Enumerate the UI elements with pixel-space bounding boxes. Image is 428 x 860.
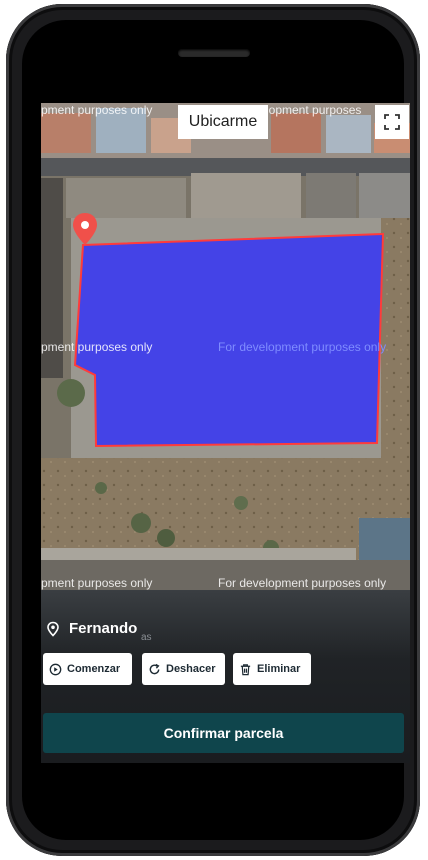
- location-pin-icon: [47, 621, 59, 637]
- trash-icon: [240, 663, 251, 675]
- locate-me-button[interactable]: Ubicarme: [178, 105, 268, 139]
- map-watermark: pment purposes only: [41, 103, 153, 117]
- location-name: Fernando: [69, 620, 138, 637]
- satellite-map[interactable]: pment purposes only lopment purposes pme…: [41, 103, 410, 590]
- undo-button[interactable]: Deshacer: [142, 653, 225, 685]
- delete-button[interactable]: Eliminar: [233, 653, 311, 685]
- undo-button-label: Deshacer: [166, 663, 216, 675]
- map-watermark: For development purposes only: [218, 340, 387, 354]
- phone-speaker: [178, 49, 250, 57]
- location-row: Fernando: [45, 620, 137, 637]
- undo-icon: [149, 663, 160, 674]
- play-circle-icon: [49, 663, 62, 675]
- app-screen: pment purposes only lopment purposes pme…: [41, 103, 410, 763]
- parcel-panel: Fernando as Comenzar Deshacer Eliminar C…: [41, 590, 410, 763]
- location-subtext: as: [141, 632, 152, 643]
- start-button[interactable]: Comenzar: [43, 653, 132, 685]
- confirm-parcel-button[interactable]: Confirmar parcela: [43, 713, 404, 753]
- map-watermark: lopment purposes: [266, 103, 362, 117]
- fullscreen-icon: [384, 114, 400, 130]
- delete-button-label: Eliminar: [257, 663, 301, 675]
- start-button-label: Comenzar: [67, 663, 121, 675]
- map-watermark: For development purposes only: [218, 576, 387, 590]
- fullscreen-button[interactable]: [375, 105, 409, 139]
- map-watermark: pment purposes only: [41, 576, 153, 590]
- map-watermark: pment purposes only: [41, 340, 153, 354]
